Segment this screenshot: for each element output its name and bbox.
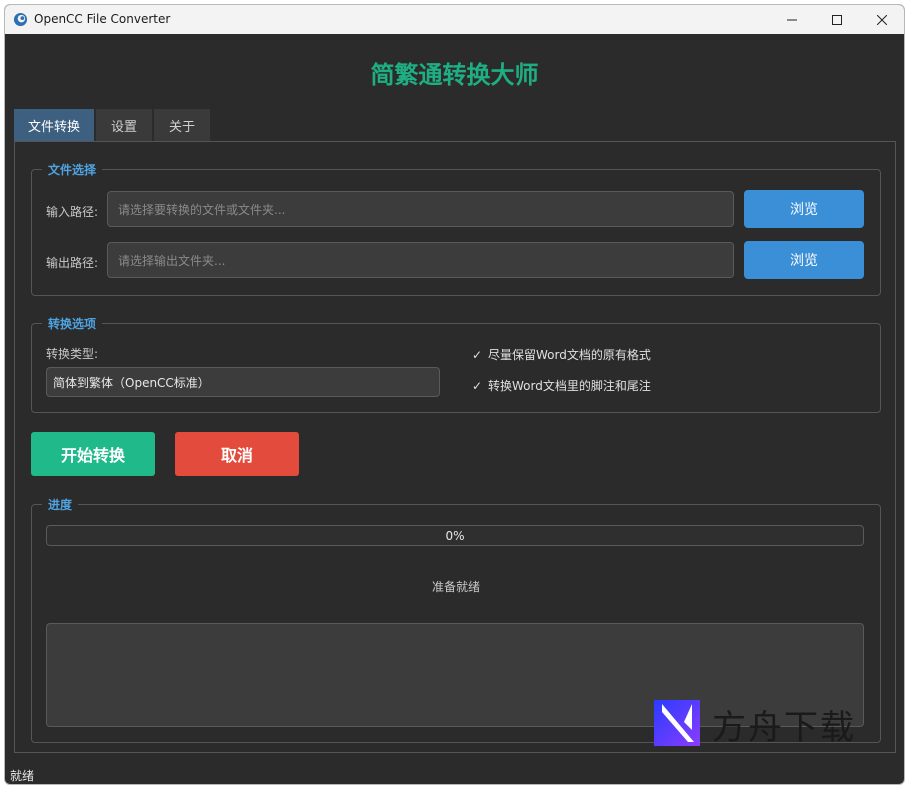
app-logo-icon <box>13 12 28 27</box>
progress-status: 准备就绪 <box>431 580 480 594</box>
conversion-options-group: 转换选项 转换类型: 简体到繁体（OpenCC标准） ✓ 尽量保留Word文档的… <box>31 315 881 413</box>
watermark: 方舟下载 <box>654 696 869 748</box>
conversion-type-select[interactable]: 简体到繁体（OpenCC标准） <box>46 367 440 397</box>
status-bar: 就绪 <box>10 769 35 783</box>
watermark-logo-icon <box>654 700 700 746</box>
group-title: 转换选项 <box>42 315 103 332</box>
watermark-text: 方舟下载 <box>712 708 856 748</box>
progress-percent: 0% <box>445 528 465 543</box>
app-heading: 简繁通转换大师 <box>370 61 539 89</box>
input-path-field[interactable]: 请选择要转换的文件或文件夹... <box>107 191 734 227</box>
minimize-button[interactable] <box>769 5 814 34</box>
output-path-label: 输出路径: <box>46 256 99 270</box>
convert-footnotes-label: 转换Word文档里的脚注和尾注 <box>488 379 651 393</box>
keep-format-checkbox[interactable]: ✓ 尽量保留Word文档的原有格式 <box>472 346 651 363</box>
app-window: OpenCC File Converter 简繁通转换大师 文件转换 设置 关于… <box>4 4 905 785</box>
title-bar: OpenCC File Converter <box>5 5 904 34</box>
browse-input-button[interactable]: 浏览 <box>744 190 864 228</box>
start-convert-button[interactable]: 开始转换 <box>31 432 155 476</box>
tab-about[interactable]: 关于 <box>154 109 210 141</box>
checkmark-icon: ✓ <box>472 378 483 393</box>
tab-panel: 文件选择 输入路径: 请选择要转换的文件或文件夹... 浏览 输出路径: 请选择… <box>14 141 896 753</box>
input-path-label: 输入路径: <box>46 205 99 219</box>
close-icon <box>876 14 887 25</box>
keep-format-label: 尽量保留Word文档的原有格式 <box>488 348 651 362</box>
maximize-icon <box>831 14 842 25</box>
browse-output-button[interactable]: 浏览 <box>744 241 864 279</box>
tab-file-convert[interactable]: 文件转换 <box>14 109 94 141</box>
checkmark-icon: ✓ <box>472 347 483 362</box>
window-title: OpenCC File Converter <box>34 12 171 26</box>
progress-bar: 0% <box>46 525 864 546</box>
close-button[interactable] <box>859 5 904 34</box>
file-selection-group: 文件选择 输入路径: 请选择要转换的文件或文件夹... 浏览 输出路径: 请选择… <box>31 161 881 296</box>
cancel-button[interactable]: 取消 <box>175 432 299 476</box>
tab-settings[interactable]: 设置 <box>96 109 152 141</box>
group-title: 进度 <box>42 496 79 513</box>
output-path-field[interactable]: 请选择输出文件夹... <box>107 242 734 278</box>
maximize-button[interactable] <box>814 5 859 34</box>
minimize-icon <box>786 19 797 20</box>
convert-footnotes-checkbox[interactable]: ✓ 转换Word文档里的脚注和尾注 <box>472 377 651 394</box>
group-title: 文件选择 <box>42 161 103 178</box>
conversion-type-label: 转换类型: <box>46 347 99 361</box>
